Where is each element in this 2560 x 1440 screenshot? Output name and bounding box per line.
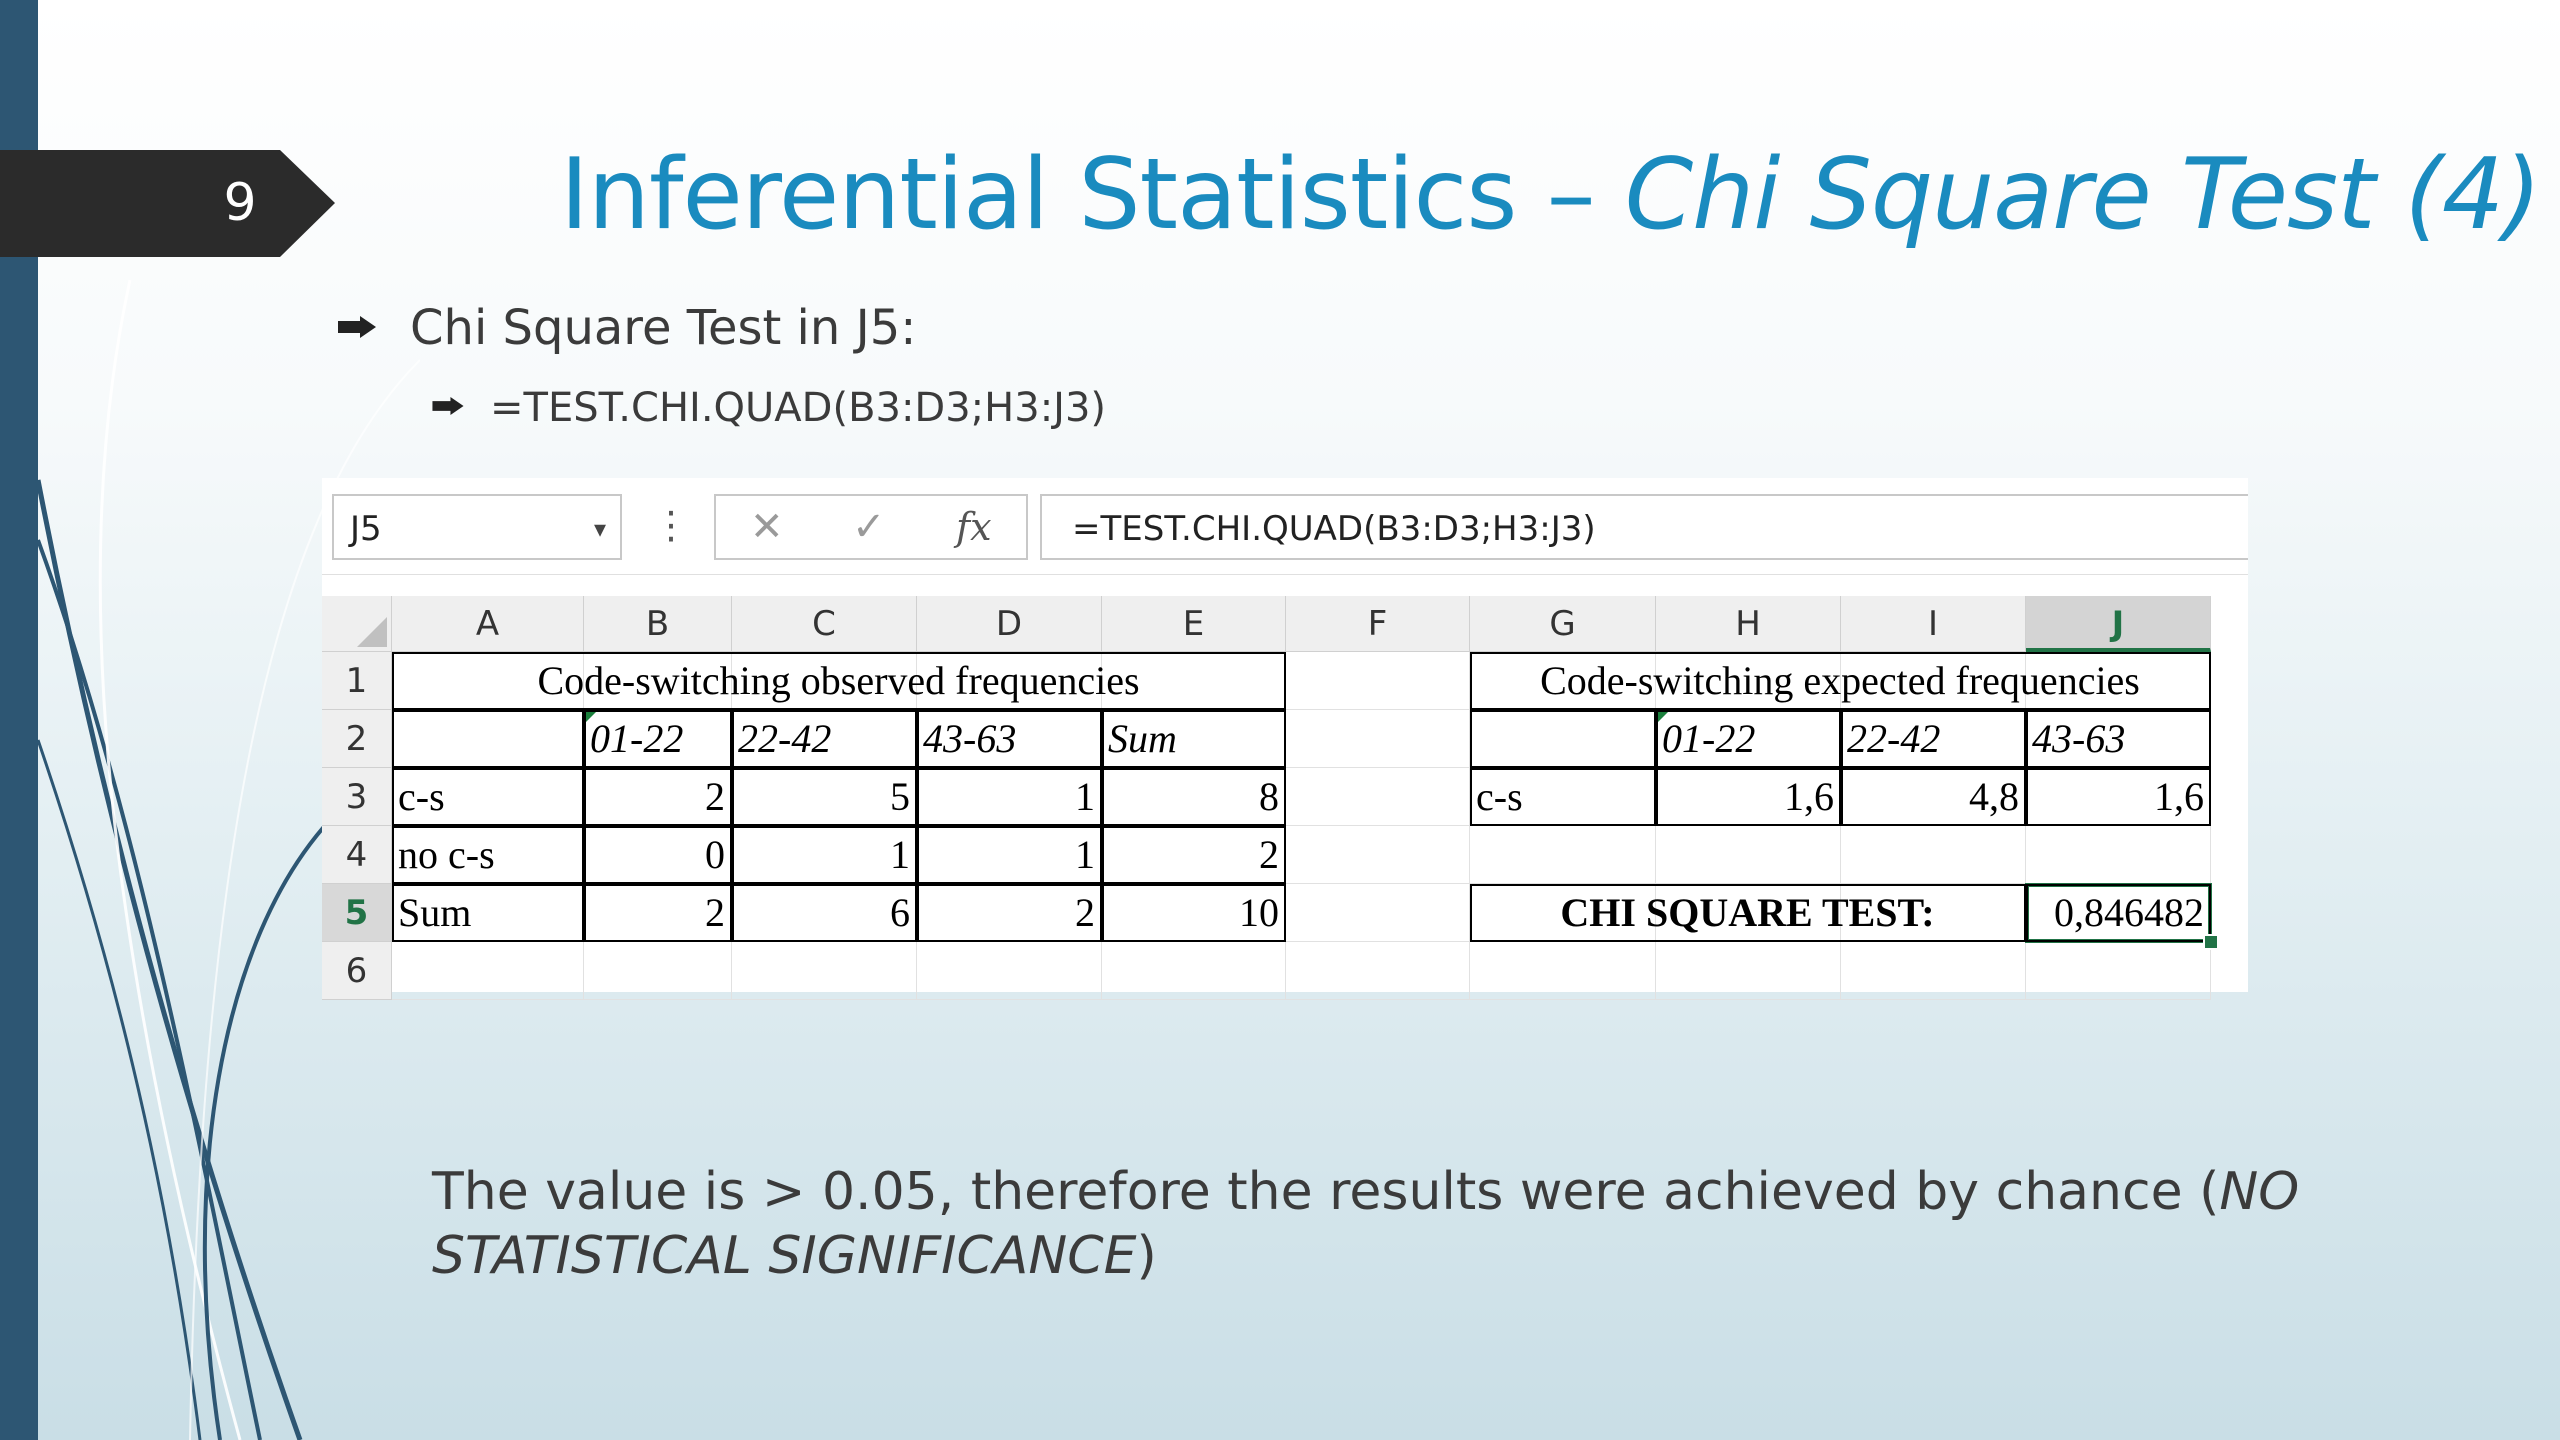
column-header-b[interactable]: B xyxy=(584,596,732,652)
cell-f3[interactable] xyxy=(1286,768,1470,826)
bullet-level1: Chi Square Test in J5: xyxy=(338,300,916,356)
observed-value-cell[interactable]: 6 xyxy=(732,884,917,942)
fill-handle[interactable] xyxy=(2203,934,2219,950)
formula-input[interactable]: =TEST.CHI.QUAD(B3:D3;H3:J3) xyxy=(1040,494,2248,560)
cell-f5[interactable] xyxy=(1286,884,1470,942)
observed-value-cell[interactable]: 1 xyxy=(917,826,1102,884)
column-header-f[interactable]: F xyxy=(1286,596,1470,652)
observed-value-cell[interactable]: 2 xyxy=(584,884,732,942)
cell-h4[interactable] xyxy=(1656,826,1841,884)
select-all-icon xyxy=(357,617,387,647)
cell-a2[interactable] xyxy=(392,710,584,768)
observed-value-cell[interactable]: 1 xyxy=(917,768,1102,826)
title-italic: Chi Square Test (4) xyxy=(1624,138,2542,252)
observed-value-cell[interactable]: 2 xyxy=(1102,826,1286,884)
row-header-5[interactable]: 5 xyxy=(322,884,392,942)
column-header-e[interactable]: E xyxy=(1102,596,1286,652)
chi-square-label-cell[interactable]: CHI SQUARE TEST: xyxy=(1470,884,2026,942)
observed-row-label[interactable]: c-s xyxy=(392,768,584,826)
cell-i6[interactable] xyxy=(1841,942,2026,1000)
expected-header-cell[interactable]: 22-42 xyxy=(1841,710,2026,768)
row-header-4[interactable]: 4 xyxy=(322,826,392,884)
observed-header-cell[interactable]: 43-63 xyxy=(917,710,1102,768)
insert-function-icon[interactable]: fx xyxy=(956,502,992,552)
observed-header-cell[interactable]: Sum xyxy=(1102,710,1286,768)
cell-f2[interactable] xyxy=(1286,710,1470,768)
cell-c6[interactable] xyxy=(732,942,917,1000)
select-all-corner[interactable] xyxy=(322,596,392,652)
bullet-level2-text: =TEST.CHI.QUAD(B3:D3;H3:J3) xyxy=(490,385,1107,431)
column-header-h[interactable]: H xyxy=(1656,596,1841,652)
column-header-a[interactable]: A xyxy=(392,596,584,652)
cell-d6[interactable] xyxy=(917,942,1102,1000)
observed-row-label[interactable]: Sum xyxy=(392,884,584,942)
cell-i4[interactable] xyxy=(1841,826,2026,884)
expected-title-cell[interactable]: Code-switching expected frequencies xyxy=(1470,652,2211,710)
conclusion-main: The value is > 0.05, therefore the resul… xyxy=(432,1162,2220,1222)
slide-number-tab xyxy=(0,150,335,257)
cell-f4[interactable] xyxy=(1286,826,1470,884)
cancel-icon[interactable]: ✕ xyxy=(750,502,784,552)
column-header-j[interactable]: J xyxy=(2026,596,2211,652)
expected-row-label[interactable]: c-s xyxy=(1470,768,1656,826)
formula-bar: J5 ▾ ⋮ ✕ ✓ fx =TEST.CHI.QUAD(B3:D3;H3:J3… xyxy=(322,478,2248,575)
row-header-2[interactable]: 2 xyxy=(322,710,392,768)
observed-value-cell[interactable]: 8 xyxy=(1102,768,1286,826)
cell-g6[interactable] xyxy=(1470,942,1656,1000)
cell-f1[interactable] xyxy=(1286,652,1470,710)
title-main: Inferential Statistics – xyxy=(560,138,1625,252)
observed-title-cell[interactable]: Code-switching observed frequencies xyxy=(392,652,1286,710)
bullet-level1-text: Chi Square Test in J5: xyxy=(410,300,917,356)
cell-j4[interactable] xyxy=(2026,826,2211,884)
expected-header-cell[interactable]: 01-22 xyxy=(1656,710,1841,768)
cell-b6[interactable] xyxy=(584,942,732,1000)
cell-h6[interactable] xyxy=(1656,942,1841,1000)
column-header-c[interactable]: C xyxy=(732,596,917,652)
more-options-icon[interactable]: ⋮ xyxy=(652,492,690,558)
bullet-arrow-icon xyxy=(338,316,376,338)
slide-title: Inferential Statistics – Chi Square Test… xyxy=(560,138,2541,252)
name-box-value: J5 xyxy=(350,509,382,549)
slide-number: 9 xyxy=(223,173,257,233)
column-header-i[interactable]: I xyxy=(1841,596,2026,652)
conclusion-text: The value is > 0.05, therefore the resul… xyxy=(432,1160,2392,1288)
observed-value-cell[interactable]: 0 xyxy=(584,826,732,884)
cell-g2[interactable] xyxy=(1470,710,1656,768)
name-box[interactable]: J5 ▾ xyxy=(332,494,622,560)
cell-f6[interactable] xyxy=(1286,942,1470,1000)
bullet-level2: =TEST.CHI.QUAD(B3:D3;H3:J3) xyxy=(432,385,1106,431)
expected-value-cell[interactable]: 4,8 xyxy=(1841,768,2026,826)
enter-icon[interactable]: ✓ xyxy=(852,502,886,552)
observed-value-cell[interactable]: 5 xyxy=(732,768,917,826)
observed-value-cell[interactable]: 2 xyxy=(917,884,1102,942)
row-header-1[interactable]: 1 xyxy=(322,652,392,710)
cell-g4[interactable] xyxy=(1470,826,1656,884)
expected-header-cell[interactable]: 43-63 xyxy=(2026,710,2211,768)
row-header-3[interactable]: 3 xyxy=(322,768,392,826)
observed-value-cell[interactable]: 2 xyxy=(584,768,732,826)
column-header-d[interactable]: D xyxy=(917,596,1102,652)
chevron-down-icon[interactable]: ▾ xyxy=(594,496,606,562)
cell-e6[interactable] xyxy=(1102,942,1286,1000)
cell-a6[interactable] xyxy=(392,942,584,1000)
bullet-arrow-icon xyxy=(432,397,464,415)
row-header-6[interactable]: 6 xyxy=(322,942,392,1000)
observed-row-label[interactable]: no c-s xyxy=(392,826,584,884)
cell-j6[interactable] xyxy=(2026,942,2211,1000)
observed-header-cell[interactable]: 01-22 xyxy=(584,710,732,768)
formula-buttons: ✕ ✓ fx xyxy=(714,494,1028,560)
observed-header-cell[interactable]: 22-42 xyxy=(732,710,917,768)
column-header-g[interactable]: G xyxy=(1470,596,1656,652)
excel-screenshot: J5 ▾ ⋮ ✕ ✓ fx =TEST.CHI.QUAD(B3:D3;H3:J3… xyxy=(322,478,2248,1000)
expected-value-cell[interactable]: 1,6 xyxy=(2026,768,2211,826)
observed-value-cell[interactable]: 10 xyxy=(1102,884,1286,942)
conclusion-end: ) xyxy=(1136,1226,1157,1286)
observed-value-cell[interactable]: 1 xyxy=(732,826,917,884)
expected-value-cell[interactable]: 1,6 xyxy=(1656,768,1841,826)
chi-square-result-cell[interactable]: 0,846482 xyxy=(2025,883,2212,943)
